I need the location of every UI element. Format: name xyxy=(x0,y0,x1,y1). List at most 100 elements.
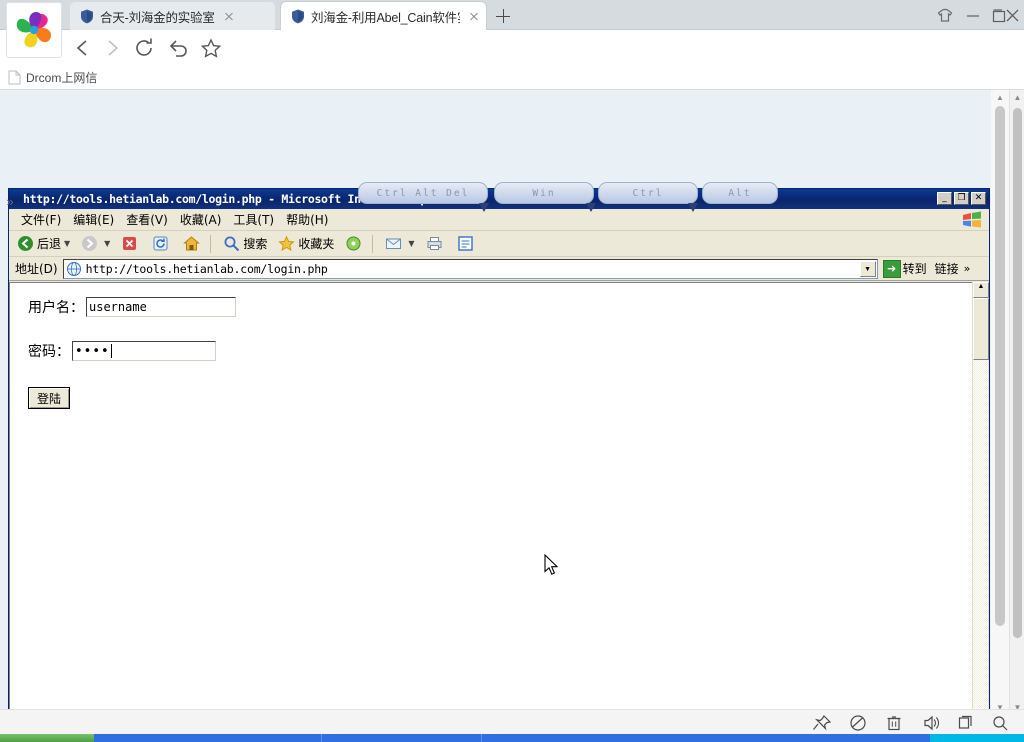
site-vertical-scrollbar[interactable]: ▲ ▼ xyxy=(991,90,1009,716)
tab-close-icon[interactable] xyxy=(466,8,482,24)
toolbar-separator xyxy=(210,234,212,253)
star-icon xyxy=(278,235,296,252)
ie-address-label: 地址(D) xyxy=(15,262,58,276)
ie-stop-button xyxy=(118,233,144,255)
ctrl-key-button[interactable]: Ctrl xyxy=(598,182,698,204)
chevron-down-icon[interactable]: ▼ xyxy=(408,239,414,248)
ie-vertical-scrollbar[interactable]: ▲ ▼ xyxy=(972,282,989,716)
globe-icon[interactable] xyxy=(846,714,870,732)
ie-home-button[interactable] xyxy=(180,233,206,255)
os-taskbar-strip xyxy=(0,734,1024,742)
ie-search-button[interactable]: 搜索 xyxy=(220,233,270,255)
new-tab-button[interactable] xyxy=(492,5,514,27)
ie-page-icon xyxy=(66,261,82,277)
ie-media-button[interactable] xyxy=(342,233,368,255)
ie-back-button[interactable]: 后退 ▼ xyxy=(14,233,73,255)
skin-shirt-icon[interactable] xyxy=(934,5,956,27)
edit-icon xyxy=(457,235,474,252)
scroll-up-button[interactable]: ▲ xyxy=(973,282,989,298)
taskbar-segment-tray[interactable] xyxy=(930,734,1024,742)
browser-toolbar: cppsu.hetianlab.com//pages/student/stumo… xyxy=(0,30,1024,90)
ie-mail-button[interactable]: ▼ xyxy=(382,233,417,255)
scroll-thumb[interactable] xyxy=(995,106,1005,626)
screenshot-pin-icon[interactable] xyxy=(810,714,834,732)
ie-menu-help[interactable]: 帮助(H) xyxy=(286,211,328,228)
password-input[interactable]: •••• xyxy=(72,341,216,361)
ie-print-button[interactable] xyxy=(423,233,449,255)
trash-icon[interactable] xyxy=(882,714,906,732)
toolbar-separator xyxy=(372,234,374,253)
ie-address-bar: 地址(D) http://tools.hetianlab.com/login.p… xyxy=(9,257,989,281)
ie-menu-edit[interactable]: 编辑(E) xyxy=(73,211,114,228)
search-icon[interactable] xyxy=(988,714,1012,732)
ie-menu-file[interactable]: 文件(F) xyxy=(21,211,61,228)
media-icon xyxy=(345,235,362,252)
ie-toolbar: 后退 ▼ ▼ 搜索 收藏夹 ▼ xyxy=(9,231,989,257)
stop-icon xyxy=(121,235,138,252)
ie-menu-favorites[interactable]: 收藏(A) xyxy=(180,211,222,228)
mail-icon xyxy=(385,235,402,252)
reload-icon[interactable] xyxy=(131,35,157,61)
username-input[interactable]: username xyxy=(86,297,236,317)
bookmarks-bar: Drcom上网信 xyxy=(0,65,1024,90)
win-key-button[interactable]: Win xyxy=(494,182,594,204)
back-arrow-icon xyxy=(17,235,34,252)
ie-refresh-button[interactable] xyxy=(149,233,175,255)
login-submit-button[interactable]: 登陆 xyxy=(28,387,70,409)
browser-logo-icon xyxy=(6,2,62,58)
ie-close-button[interactable]: ✕ xyxy=(971,192,986,205)
text-caret xyxy=(110,344,112,358)
star-icon[interactable] xyxy=(198,35,224,61)
back-icon[interactable] xyxy=(70,35,96,61)
password-label: 密码： xyxy=(28,344,70,360)
ie-address-value: http://tools.hetianlab.com/login.php xyxy=(85,261,328,276)
overlay-tail xyxy=(586,203,596,212)
password-row: 密码： •••• xyxy=(28,341,972,361)
virtual-keys-overlay: Ctrl Alt Del Win Ctrl Alt xyxy=(358,182,778,212)
page-vertical-scrollbar[interactable]: ▲ ▼ xyxy=(1009,90,1024,716)
volume-icon[interactable] xyxy=(918,714,942,732)
ctrl-alt-del-button[interactable]: Ctrl Alt Del xyxy=(358,182,488,204)
ie-window: http://tools.hetianlab.com/login.php - M… xyxy=(8,188,990,716)
ie-address-input[interactable]: http://tools.hetianlab.com/login.php ▼ xyxy=(62,258,878,279)
minimize-icon[interactable] xyxy=(962,5,984,27)
taskbar-segment-2[interactable] xyxy=(322,734,482,742)
tab-1[interactable]: 刘海金-利用Abel_Cain软件实 xyxy=(281,2,486,30)
ie-go-label: 转到 xyxy=(902,262,927,276)
shield-icon xyxy=(80,9,94,24)
overlay-tail xyxy=(479,203,489,212)
chevron-down-icon: ▼ xyxy=(104,239,111,248)
ie-go-button[interactable]: ➜ 转到 xyxy=(882,259,927,278)
ie-links-label: 链接 xyxy=(934,262,959,276)
taskbar-segment-start[interactable] xyxy=(0,734,94,742)
tab-strip: 合天-刘海金的实验室 刘海金-利用Abel_Cain软件实 xyxy=(0,0,1024,30)
ie-minimize-button[interactable]: _ xyxy=(937,192,952,205)
close-icon[interactable] xyxy=(1002,5,1024,27)
ie-favorites-button[interactable]: 收藏夹 xyxy=(275,233,337,255)
scroll-up-arrow-icon[interactable]: ▲ xyxy=(991,90,1009,106)
ie-document-area: 用户名： username 密码： •••• 登陆 xyxy=(9,282,972,716)
password-value: •••• xyxy=(75,343,110,359)
chevron-down-icon[interactable]: ▼ xyxy=(64,239,70,248)
expand-chevron-icon[interactable]: » xyxy=(2,194,18,210)
chevron-right-icon[interactable]: » xyxy=(964,262,971,275)
tab-close-icon[interactable] xyxy=(221,8,237,24)
scroll-thumb[interactable] xyxy=(1013,108,1022,638)
bottom-toolbar xyxy=(0,709,1024,734)
username-label: 用户名： xyxy=(28,300,84,316)
alt-key-button[interactable]: Alt xyxy=(702,182,778,204)
ie-address-dropdown-icon[interactable]: ▼ xyxy=(859,260,876,277)
taskbar-segment-3[interactable] xyxy=(482,734,930,742)
ie-menu-view[interactable]: 查看(V) xyxy=(126,211,168,228)
window-icon[interactable] xyxy=(954,714,978,732)
tab-0[interactable]: 合天-刘海金的实验室 xyxy=(70,2,275,30)
ie-menu-tools[interactable]: 工具(T) xyxy=(233,211,274,228)
ie-restore-button[interactable]: ❐ xyxy=(954,192,969,205)
ie-edit-button[interactable] xyxy=(454,233,480,255)
ie-links-button[interactable]: 链接 » xyxy=(935,260,971,277)
scroll-thumb[interactable] xyxy=(973,298,989,360)
undo-icon[interactable] xyxy=(165,35,191,61)
taskbar-segment-1[interactable] xyxy=(94,734,322,742)
bookmark-item-0[interactable]: Drcom上网信 xyxy=(8,69,97,86)
scroll-up-arrow-icon[interactable]: ▲ xyxy=(1010,90,1024,106)
